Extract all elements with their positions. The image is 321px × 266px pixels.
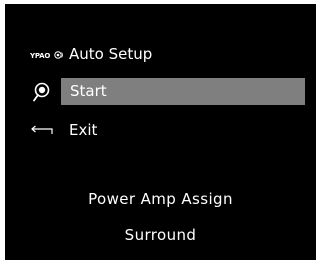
- power-amp-assign-value: Surround: [124, 226, 197, 244]
- auto-setup-title: Auto Setup: [69, 45, 153, 63]
- svg-text:YPAO: YPAO: [30, 52, 50, 60]
- ypao-icon: YPAO: [30, 50, 64, 60]
- return-arrow-icon: [31, 125, 53, 137]
- menu-item-start-label: Start: [70, 82, 107, 100]
- menu-item-start[interactable]: Start: [61, 78, 305, 105]
- microphone-icon: [32, 82, 50, 102]
- menu-item-exit[interactable]: Exit: [5, 120, 316, 142]
- menu-item-exit-label: Exit: [69, 121, 98, 139]
- ypao-setup-screen: YPAO Auto Setup Start Exit Power Amp Ass…: [5, 4, 316, 260]
- power-amp-assign-title: Power Amp Assign: [88, 190, 233, 208]
- auto-setup-header: YPAO Auto Setup: [5, 44, 316, 66]
